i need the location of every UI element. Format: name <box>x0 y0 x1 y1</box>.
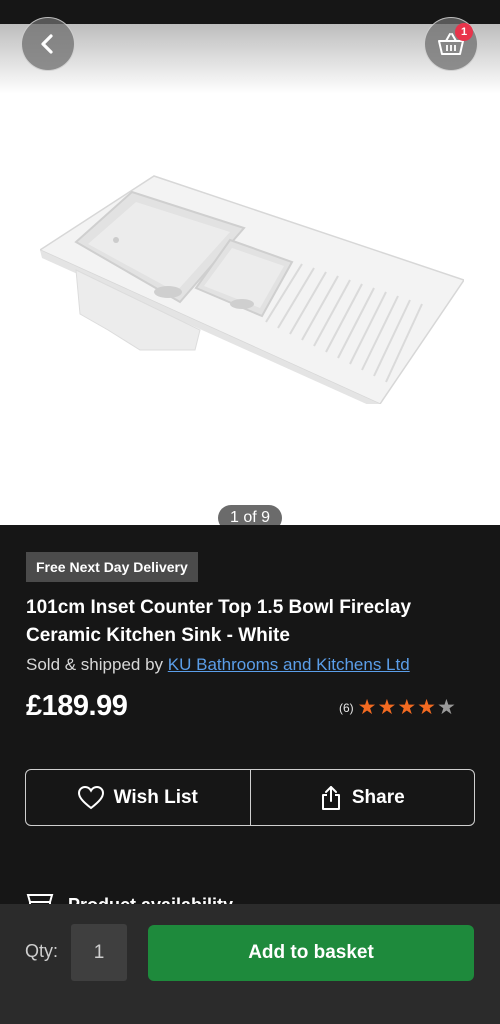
delivery-badge: Free Next Day Delivery <box>26 552 198 582</box>
rating-count: (6) <box>339 701 354 715</box>
star-filled-icon: ★ <box>357 696 377 719</box>
star-filled-icon: ★ <box>397 696 417 719</box>
star-filled-icon: ★ <box>417 696 436 719</box>
share-label: Share <box>351 786 405 808</box>
quantity-input[interactable]: 1 <box>71 924 127 981</box>
star-filled-icon: ★ <box>377 696 397 719</box>
product-price: £189.99 <box>26 690 128 722</box>
product-title: 101cm Inset Counter Top 1.5 Bowl Firecla… <box>26 597 412 646</box>
qty-label: Qty: <box>25 941 59 961</box>
basket-count-badge: 1 <box>455 23 473 41</box>
wishlist-label: Wish List <box>113 786 198 808</box>
seller-info: Sold & shipped by KU Bathrooms and Kitch… <box>26 655 410 675</box>
seller-link[interactable]: KU Bathrooms and Kitchens Ltd <box>168 655 410 674</box>
seller-prefix: Sold & shipped by <box>26 655 168 674</box>
wishlist-button[interactable]: Wish List <box>26 770 250 825</box>
product-actions: Wish List Share <box>25 769 475 826</box>
rating-stars: ★ ★ ★ ★ ★ <box>357 696 457 719</box>
heart-icon <box>77 785 104 809</box>
chevron-left-icon <box>41 34 53 54</box>
image-counter: 1 of 9 <box>218 505 282 525</box>
star-empty-icon: ★ <box>436 696 456 719</box>
status-bar <box>0 0 500 24</box>
product-image[interactable] <box>40 154 464 404</box>
product-image-gallery[interactable]: 1 of 9 <box>0 24 500 525</box>
share-button[interactable]: Share <box>249 770 475 825</box>
back-button[interactable] <box>21 17 75 71</box>
add-to-basket-button[interactable]: Add to basket <box>148 925 474 981</box>
share-icon <box>321 785 340 810</box>
product-rating[interactable]: (6) ★ ★ ★ ★ ★ <box>339 696 457 719</box>
